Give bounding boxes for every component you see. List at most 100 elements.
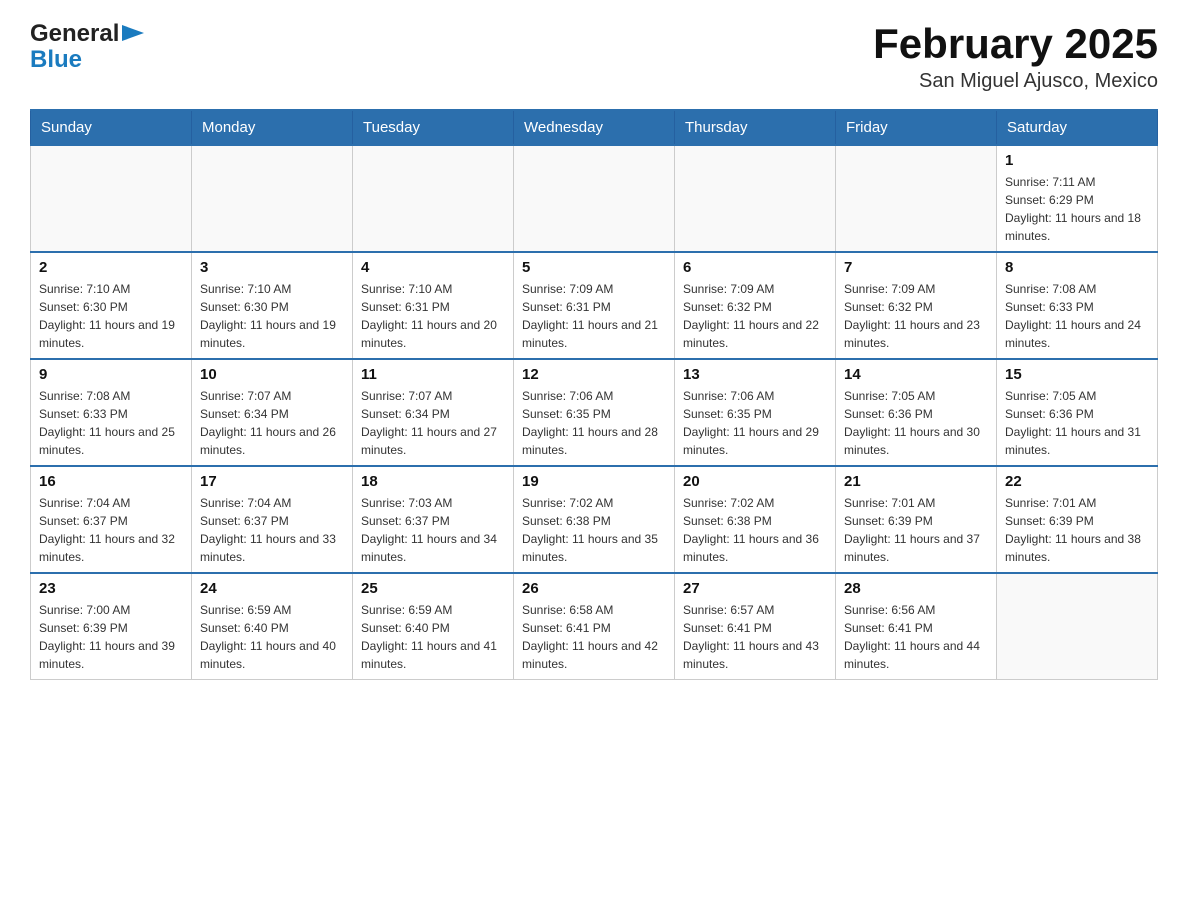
day-number: 22 (1005, 473, 1149, 490)
day-number: 24 (200, 580, 344, 597)
col-header-monday: Monday (192, 110, 353, 145)
day-info: Sunrise: 7:10 AMSunset: 6:30 PMDaylight:… (39, 280, 183, 352)
table-row: 23 Sunrise: 7:00 AMSunset: 6:39 PMDayligh… (31, 573, 192, 680)
logo-general-text: General (30, 20, 119, 48)
day-info: Sunrise: 7:07 AMSunset: 6:34 PMDaylight:… (200, 387, 344, 459)
table-row: 15Sunrise: 7:05 AMSunset: 6:36 PMDayligh… (997, 359, 1158, 466)
day-number: 8 (1005, 259, 1149, 276)
day-info: Sunrise: 7:06 AMSunset: 6:35 PMDaylight:… (522, 387, 666, 459)
logo: General Blue (30, 20, 144, 72)
day-number: 17 (200, 473, 344, 490)
col-header-wednesday: Wednesday (514, 110, 675, 145)
day-number: 11 (361, 366, 505, 383)
table-row (192, 145, 353, 252)
location-subtitle: San Miguel Ajusco, Mexico (873, 70, 1158, 93)
table-row: 22 Sunrise: 7:01 AMSunset: 6:39 PMDayligh… (997, 466, 1158, 573)
calendar-week-row: 23 Sunrise: 7:00 AMSunset: 6:39 PMDayligh… (31, 573, 1158, 680)
day-info: Sunrise: 7:09 AMSunset: 6:31 PMDaylight:… (522, 280, 666, 352)
day-number: 20 (683, 473, 827, 490)
table-row: 3 Sunrise: 7:10 AMSunset: 6:30 PMDaylight… (192, 252, 353, 359)
table-row: 18 Sunrise: 7:03 AMSunset: 6:37 PMDayligh… (353, 466, 514, 573)
day-number: 12 (522, 366, 666, 383)
day-info: Sunrise: 7:01 AMSunset: 6:39 PMDaylight:… (844, 494, 988, 566)
day-info: Sunrise: 7:05 AMSunset: 6:36 PMDaylight:… (844, 387, 988, 459)
day-number: 9 (39, 366, 183, 383)
table-row: 12 Sunrise: 7:06 AMSunset: 6:35 PMDayligh… (514, 359, 675, 466)
page-header: General Blue February 2025 San Miguel Aj… (30, 20, 1158, 93)
day-number: 15 (1005, 366, 1149, 383)
day-info: Sunrise: 7:06 AMSunset: 6:35 PMDaylight:… (683, 387, 827, 459)
day-number: 3 (200, 259, 344, 276)
table-row: 21 Sunrise: 7:01 AMSunset: 6:39 PMDayligh… (836, 466, 997, 573)
table-row: 5 Sunrise: 7:09 AMSunset: 6:31 PMDaylight… (514, 252, 675, 359)
table-row: 19Sunrise: 7:02 AMSunset: 6:38 PMDayligh… (514, 466, 675, 573)
calendar-week-row: 2 Sunrise: 7:10 AMSunset: 6:30 PMDaylight… (31, 252, 1158, 359)
col-header-saturday: Saturday (997, 110, 1158, 145)
day-info: Sunrise: 7:09 AMSunset: 6:32 PMDaylight:… (844, 280, 988, 352)
day-number: 10 (200, 366, 344, 383)
title-area: February 2025 San Miguel Ajusco, Mexico (873, 20, 1158, 93)
calendar-week-row: 9 Sunrise: 7:08 AMSunset: 6:33 PMDaylight… (31, 359, 1158, 466)
table-row: 4 Sunrise: 7:10 AMSunset: 6:31 PMDaylight… (353, 252, 514, 359)
day-info: Sunrise: 7:08 AMSunset: 6:33 PMDaylight:… (39, 387, 183, 459)
table-row: 9 Sunrise: 7:08 AMSunset: 6:33 PMDaylight… (31, 359, 192, 466)
day-number: 1 (1005, 152, 1149, 169)
day-info: Sunrise: 6:59 AMSunset: 6:40 PMDaylight:… (200, 601, 344, 673)
day-number: 23 (39, 580, 183, 597)
day-info: Sunrise: 6:58 AMSunset: 6:41 PMDaylight:… (522, 601, 666, 673)
table-row: 17Sunrise: 7:04 AMSunset: 6:37 PMDayligh… (192, 466, 353, 573)
day-info: Sunrise: 7:03 AMSunset: 6:37 PMDaylight:… (361, 494, 505, 566)
day-number: 4 (361, 259, 505, 276)
table-row: 1 Sunrise: 7:11 AMSunset: 6:29 PMDaylight… (997, 145, 1158, 252)
day-info: Sunrise: 7:02 AMSunset: 6:38 PMDaylight:… (683, 494, 827, 566)
table-row: 10 Sunrise: 7:07 AMSunset: 6:34 PMDayligh… (192, 359, 353, 466)
table-row: 20 Sunrise: 7:02 AMSunset: 6:38 PMDayligh… (675, 466, 836, 573)
table-row (514, 145, 675, 252)
day-info: Sunrise: 7:10 AMSunset: 6:30 PMDaylight:… (200, 280, 344, 352)
table-row: 7 Sunrise: 7:09 AMSunset: 6:32 PMDaylight… (836, 252, 997, 359)
calendar-header-row: Sunday Monday Tuesday Wednesday Thursday… (31, 110, 1158, 145)
day-number: 18 (361, 473, 505, 490)
day-info: Sunrise: 7:08 AMSunset: 6:33 PMDaylight:… (1005, 280, 1149, 352)
day-info: Sunrise: 6:56 AMSunset: 6:41 PMDaylight:… (844, 601, 988, 673)
day-info: Sunrise: 7:10 AMSunset: 6:31 PMDaylight:… (361, 280, 505, 352)
table-row: 13 Sunrise: 7:06 AMSunset: 6:35 PMDayligh… (675, 359, 836, 466)
day-number: 27 (683, 580, 827, 597)
table-row (997, 573, 1158, 680)
calendar-week-row: 1 Sunrise: 7:11 AMSunset: 6:29 PMDaylight… (31, 145, 1158, 252)
table-row: 11 Sunrise: 7:07 AMSunset: 6:34 PMDayligh… (353, 359, 514, 466)
day-number: 2 (39, 259, 183, 276)
calendar-week-row: 16Sunrise: 7:04 AMSunset: 6:37 PMDayligh… (31, 466, 1158, 573)
day-number: 14 (844, 366, 988, 383)
table-row: 26 Sunrise: 6:58 AMSunset: 6:41 PMDayligh… (514, 573, 675, 680)
col-header-friday: Friday (836, 110, 997, 145)
table-row (31, 145, 192, 252)
col-header-sunday: Sunday (31, 110, 192, 145)
day-info: Sunrise: 6:59 AMSunset: 6:40 PMDaylight:… (361, 601, 505, 673)
table-row: 6Sunrise: 7:09 AMSunset: 6:32 PMDaylight… (675, 252, 836, 359)
day-number: 26 (522, 580, 666, 597)
day-number: 6 (683, 259, 827, 276)
table-row: 14 Sunrise: 7:05 AMSunset: 6:36 PMDayligh… (836, 359, 997, 466)
table-row (836, 145, 997, 252)
day-number: 28 (844, 580, 988, 597)
table-row: 25Sunrise: 6:59 AMSunset: 6:40 PMDayligh… (353, 573, 514, 680)
table-row: 16Sunrise: 7:04 AMSunset: 6:37 PMDayligh… (31, 466, 192, 573)
day-info: Sunrise: 7:00 AMSunset: 6:39 PMDaylight:… (39, 601, 183, 673)
day-info: Sunrise: 7:07 AMSunset: 6:34 PMDaylight:… (361, 387, 505, 459)
col-header-tuesday: Tuesday (353, 110, 514, 145)
day-info: Sunrise: 7:01 AMSunset: 6:39 PMDaylight:… (1005, 494, 1149, 566)
day-info: Sunrise: 7:11 AMSunset: 6:29 PMDaylight:… (1005, 173, 1149, 245)
day-info: Sunrise: 6:57 AMSunset: 6:41 PMDaylight:… (683, 601, 827, 673)
table-row: 8 Sunrise: 7:08 AMSunset: 6:33 PMDaylight… (997, 252, 1158, 359)
col-header-thursday: Thursday (675, 110, 836, 145)
day-number: 7 (844, 259, 988, 276)
day-number: 13 (683, 366, 827, 383)
day-number: 21 (844, 473, 988, 490)
table-row: 27 Sunrise: 6:57 AMSunset: 6:41 PMDayligh… (675, 573, 836, 680)
logo-flag-icon (122, 25, 144, 41)
day-number: 5 (522, 259, 666, 276)
day-info: Sunrise: 7:04 AMSunset: 6:37 PMDaylight:… (39, 494, 183, 566)
month-title: February 2025 (873, 20, 1158, 68)
day-number: 19 (522, 473, 666, 490)
